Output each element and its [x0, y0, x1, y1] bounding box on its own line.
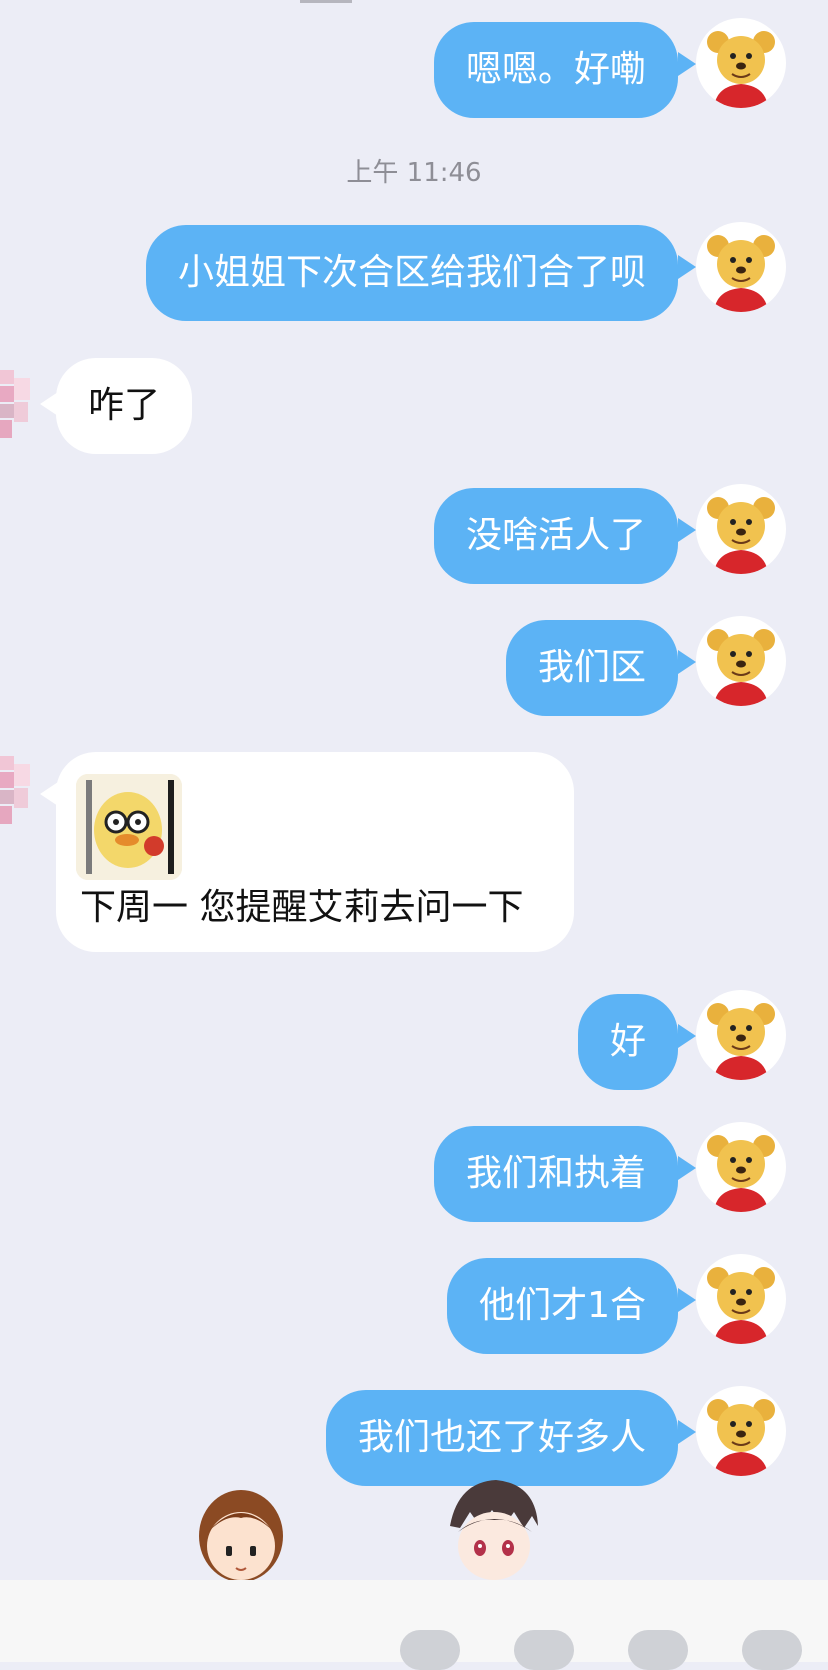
self-avatar[interactable]	[696, 1254, 786, 1344]
chat-area: 上午 11:46 嗯嗯。好嘞 小姐姐下次合区给我们合了呗 咋了 没啥活人了 我们…	[0, 0, 828, 1670]
boy-cartoon-overlay	[440, 1476, 546, 1580]
winnie-the-pooh-avatar-icon	[707, 1135, 775, 1212]
message-text: 小姐姐下次合区给我们合了呗	[177, 252, 646, 293]
self-avatar[interactable]	[696, 1386, 786, 1476]
message-text: 咋了	[88, 385, 161, 426]
self-avatar[interactable]	[696, 1122, 786, 1212]
message-text: 我们区	[537, 647, 646, 688]
message-text: 嗯嗯。好嘞	[465, 49, 646, 90]
message-text: 我们和执着	[465, 1153, 646, 1194]
pooh-icon	[707, 1003, 775, 1080]
status-indicator	[300, 0, 352, 3]
toolbar-button[interactable]	[514, 1630, 574, 1670]
timestamp: 上午 11:46	[346, 158, 482, 188]
boy-cartoon-icon	[450, 1480, 538, 1580]
pooh-icon	[707, 1135, 775, 1212]
duck-sticker-icon	[76, 774, 182, 880]
pooh-icon	[707, 497, 775, 574]
message-text: 他们才1合	[479, 1285, 646, 1326]
message-text: 没啥活人了	[465, 515, 646, 556]
self-avatar[interactable]	[696, 222, 786, 312]
bubble-tail	[678, 518, 696, 542]
self-avatar[interactable]	[696, 990, 786, 1080]
self-avatar[interactable]	[696, 18, 786, 108]
self-avatar[interactable]	[696, 616, 786, 706]
message-bubble-outgoing[interactable]: 我们和执着	[433, 1126, 678, 1222]
message-bubble-outgoing[interactable]: 我们区	[505, 620, 678, 716]
message-bubble-incoming[interactable]: 下周一 您提醒艾莉去问一下	[56, 752, 574, 952]
pooh-icon	[707, 1399, 775, 1476]
bubble-tail	[678, 1156, 696, 1180]
bubble-tail	[678, 650, 696, 674]
winnie-the-pooh-avatar-icon	[707, 497, 775, 574]
pooh-icon	[707, 31, 775, 108]
bubble-tail	[678, 255, 696, 279]
blurred-avatar-icon	[0, 756, 30, 824]
girl-cartoon-overlay	[196, 1488, 286, 1582]
pooh-icon	[707, 235, 775, 312]
sticker-image[interactable]	[76, 774, 182, 880]
winnie-the-pooh-avatar-icon	[707, 1003, 775, 1080]
message-text: 好	[609, 1021, 646, 1062]
winnie-the-pooh-avatar-icon	[707, 235, 775, 312]
bubble-tail	[678, 1288, 696, 1312]
message-text: 下周一 您提醒艾莉去问一下	[80, 887, 524, 928]
girl-cartoon-icon	[199, 1490, 283, 1582]
message-bubble-outgoing[interactable]: 他们才1合	[447, 1258, 678, 1354]
winnie-the-pooh-avatar-icon	[707, 31, 775, 108]
self-avatar[interactable]	[696, 484, 786, 574]
message-bubble-outgoing[interactable]: 小姐姐下次合区给我们合了呗	[145, 225, 678, 321]
toolbar-button[interactable]	[742, 1630, 802, 1670]
input-toolbar	[0, 1580, 828, 1670]
message-bubble-incoming[interactable]: 咋了	[56, 358, 193, 454]
pooh-icon	[707, 1267, 775, 1344]
yellow-duck-sticker-icon	[76, 774, 182, 880]
bubble-tail	[678, 1420, 696, 1444]
pooh-icon	[707, 629, 775, 706]
bubble-tail	[678, 52, 696, 76]
toolbar-button[interactable]	[628, 1630, 688, 1670]
toolbar-button[interactable]	[400, 1630, 460, 1670]
message-bubble-outgoing[interactable]: 没啥活人了	[433, 488, 678, 584]
bubble-tail	[678, 1024, 696, 1048]
winnie-the-pooh-avatar-icon	[707, 1399, 775, 1476]
message-bubble-outgoing[interactable]: 好	[577, 994, 678, 1090]
winnie-the-pooh-avatar-icon	[707, 1267, 775, 1344]
blurred-avatar-icon	[0, 370, 30, 438]
message-bubble-outgoing[interactable]: 我们也还了好多人	[325, 1390, 678, 1486]
message-text: 我们也还了好多人	[357, 1417, 646, 1458]
winnie-the-pooh-avatar-icon	[707, 629, 775, 706]
message-bubble-outgoing[interactable]: 嗯嗯。好嘞	[433, 22, 678, 118]
